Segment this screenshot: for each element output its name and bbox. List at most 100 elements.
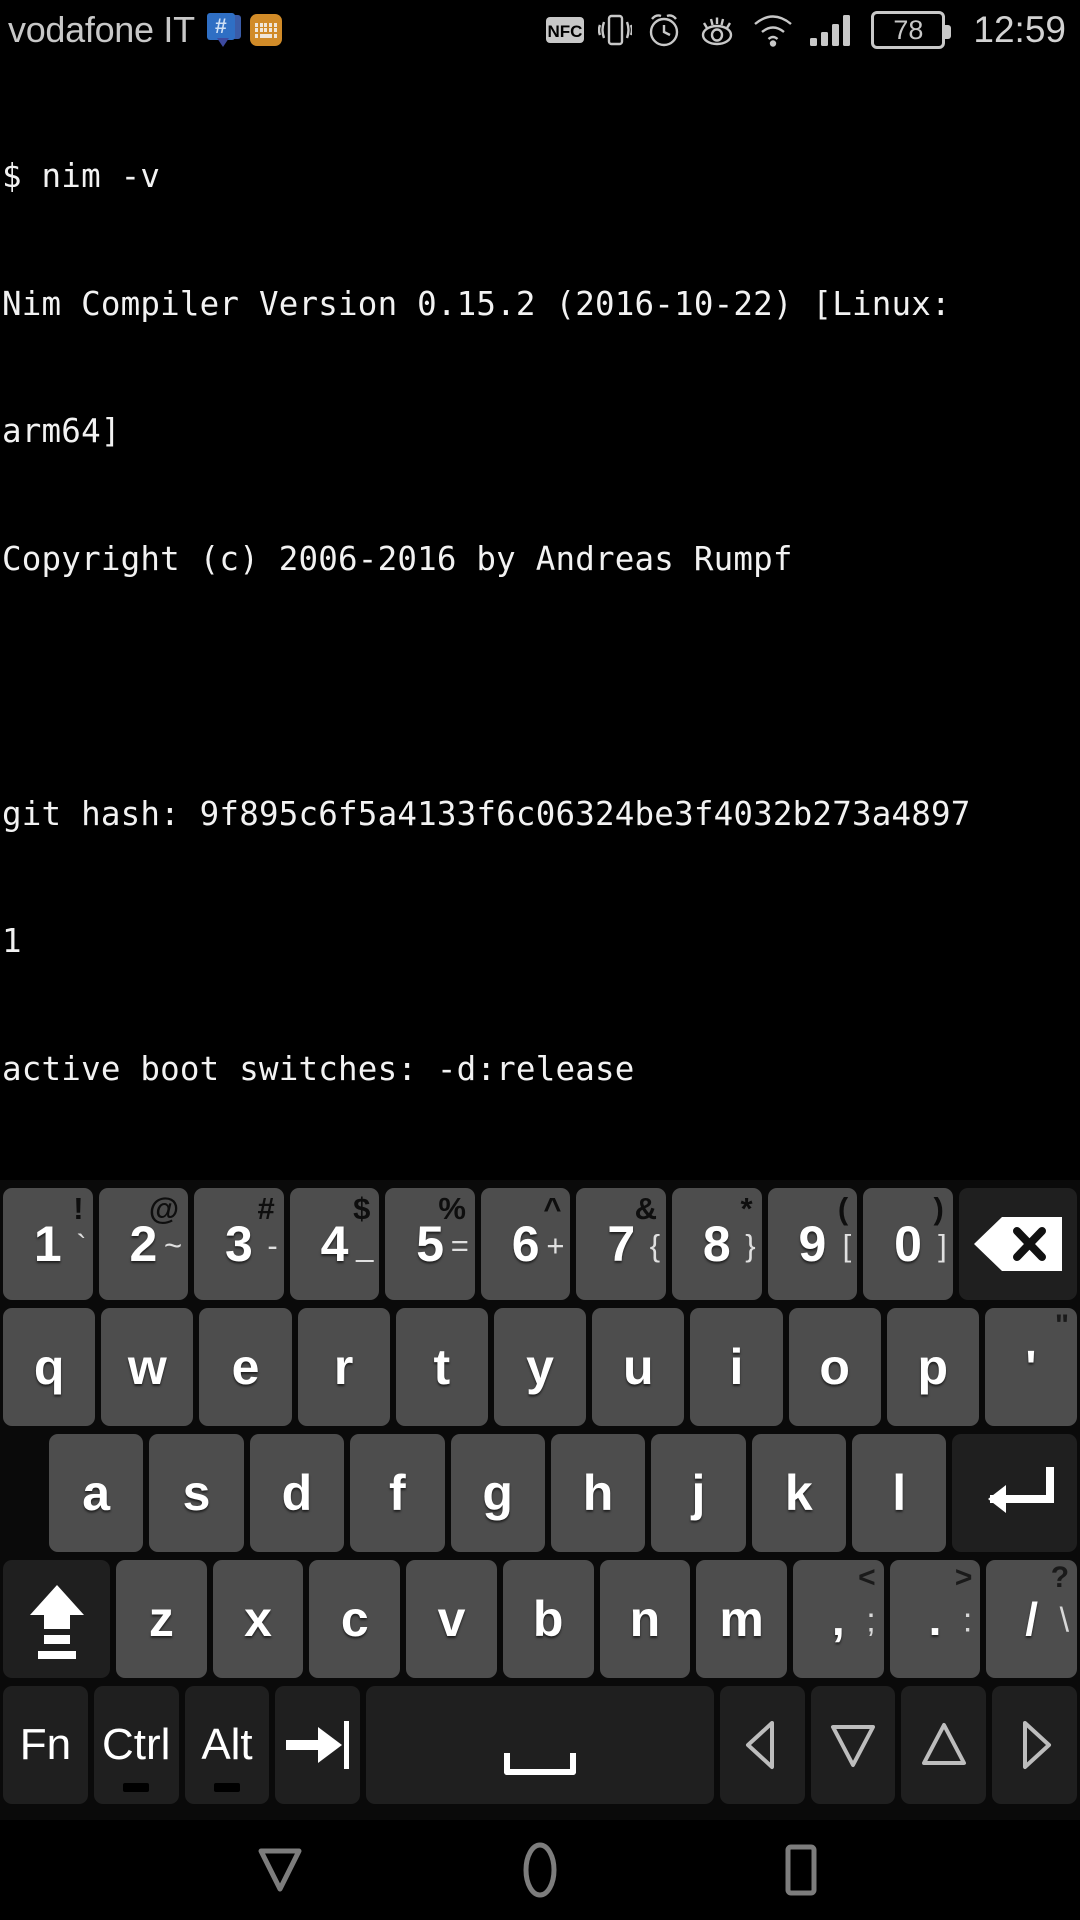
fn-key[interactable]: Fn — [3, 1686, 88, 1804]
space-key[interactable] — [366, 1686, 714, 1804]
wifi-icon — [754, 15, 793, 47]
backspace-key[interactable] — [958, 1188, 1078, 1300]
key-3-shift-label: # — [257, 1191, 275, 1226]
enter-key[interactable] — [952, 1434, 1077, 1552]
key-w[interactable]: w — [101, 1308, 194, 1426]
arrow-right-key[interactable] — [992, 1686, 1078, 1804]
key-s[interactable]: s — [149, 1434, 244, 1552]
key-5-shift-label: % — [438, 1191, 466, 1226]
key-y[interactable]: y — [493, 1308, 587, 1426]
key-g[interactable]: g — [450, 1434, 545, 1552]
key-q-label: q — [33, 1339, 65, 1395]
key-h-label: h — [582, 1465, 614, 1521]
key-b-label: b — [532, 1591, 564, 1647]
key-6[interactable]: ^ 6 + — [480, 1188, 571, 1300]
key-s-label: s — [182, 1465, 211, 1521]
arrow-down-key[interactable] — [810, 1686, 896, 1804]
terminal-output[interactable]: $ nim -v Nim Compiler Version 0.15.2 (20… — [0, 60, 1080, 1190]
ctrl-key[interactable]: Ctrl — [93, 1686, 179, 1804]
back-triangle-icon — [258, 1848, 302, 1892]
recents-button[interactable] — [740, 1820, 860, 1920]
key-6-shift-label: ^ — [543, 1191, 562, 1226]
key-e[interactable]: e — [199, 1308, 292, 1426]
key-9[interactable]: ( 9 [ — [767, 1188, 858, 1300]
keyboard-row-numbers: ! 1 ` @ 2 ~ # 3 - $ 4 _ % 5 = ^ 6 + & 7 … — [0, 1184, 1080, 1304]
status-bar-clock: 12:59 — [973, 9, 1066, 50]
home-button[interactable] — [480, 1820, 600, 1920]
key-period[interactable]: > . : — [889, 1560, 981, 1678]
key-d[interactable]: d — [249, 1434, 345, 1552]
arrow-left-icon — [746, 1721, 775, 1769]
key-3-label: 3 — [225, 1216, 253, 1272]
key-a[interactable]: a — [49, 1434, 144, 1552]
key-apostrophe[interactable]: " ' — [984, 1308, 1078, 1426]
key-g-label: g — [482, 1465, 513, 1521]
shift-key[interactable] — [3, 1560, 111, 1678]
key-2[interactable]: @ 2 ~ — [98, 1188, 189, 1300]
shift-icon — [29, 1585, 84, 1659]
key-0-label: 0 — [894, 1216, 922, 1272]
key-4-alt-label: _ — [356, 1228, 374, 1264]
key-1[interactable]: ! 1 ` — [3, 1188, 93, 1300]
key-7[interactable]: & 7 { — [576, 1188, 667, 1300]
on-screen-keyboard[interactable]: ! 1 ` @ 2 ~ # 3 - $ 4 _ % 5 = ^ 6 + & 7 … — [0, 1180, 1080, 1820]
key-2-alt-label: ~ — [164, 1228, 183, 1264]
terminal-line: arm64] — [2, 412, 121, 450]
arrow-left-key[interactable] — [719, 1686, 805, 1804]
terminal-line: git hash: 9f895c6f5a4133f6c06324be3f4032… — [2, 794, 971, 833]
key-z[interactable]: z — [116, 1560, 207, 1678]
android-navigation-bar — [0, 1820, 1080, 1920]
key-v[interactable]: v — [406, 1560, 497, 1678]
key-8[interactable]: * 8 } — [672, 1188, 762, 1300]
key-6-alt-label: + — [546, 1228, 565, 1264]
key-0[interactable]: ) 0 ] — [863, 1188, 953, 1300]
alt-indicator — [213, 1783, 240, 1792]
key-f[interactable]: f — [350, 1434, 445, 1552]
key-m[interactable]: m — [696, 1560, 787, 1678]
key-x[interactable]: x — [212, 1560, 304, 1678]
key-h[interactable]: h — [550, 1434, 646, 1552]
key-i[interactable]: i — [690, 1308, 783, 1426]
key-u[interactable]: u — [592, 1308, 685, 1426]
alt-key[interactable]: Alt — [184, 1686, 270, 1804]
key-l[interactable]: l — [852, 1434, 947, 1552]
key-4[interactable]: $ 4 _ — [289, 1188, 380, 1300]
key-comma[interactable]: < , ; — [792, 1560, 884, 1678]
key-d-label: d — [281, 1465, 313, 1521]
key-3[interactable]: # 3 - — [194, 1188, 284, 1300]
key-t-label: t — [433, 1339, 451, 1395]
key-p[interactable]: p — [886, 1308, 979, 1426]
key-c[interactable]: c — [309, 1560, 401, 1678]
svg-text:NFC: NFC — [548, 22, 583, 41]
key-j[interactable]: j — [651, 1434, 746, 1552]
terminal-line: 1 — [2, 922, 22, 960]
key-7-alt-label: { — [649, 1228, 661, 1264]
key-k[interactable]: k — [751, 1434, 846, 1552]
key-1-shift-label: ! — [73, 1191, 84, 1226]
fn-key-label: Fn — [19, 1720, 72, 1769]
home-circle-icon — [523, 1842, 557, 1898]
key-q[interactable]: q — [3, 1308, 96, 1426]
arrow-up-key[interactable] — [901, 1686, 987, 1804]
key-5[interactable]: % 5 = — [385, 1188, 475, 1300]
tab-key[interactable] — [275, 1686, 361, 1804]
key-n[interactable]: n — [599, 1560, 691, 1678]
key-t[interactable]: t — [395, 1308, 488, 1426]
enter-icon — [987, 1467, 1054, 1513]
battery-indicator: 78 — [871, 11, 952, 49]
key-6-label: 6 — [511, 1216, 540, 1272]
key-o-label: o — [819, 1339, 850, 1395]
back-button[interactable] — [220, 1820, 340, 1920]
key-r[interactable]: r — [297, 1308, 390, 1426]
key-c-label: c — [340, 1591, 369, 1647]
key-o[interactable]: o — [788, 1308, 881, 1426]
key-slash-alt-label: \ — [1059, 1601, 1070, 1640]
key-v-label: v — [437, 1591, 466, 1647]
key-apostrophe-label: ' — [1025, 1341, 1037, 1393]
key-slash[interactable]: ? / \ — [986, 1560, 1078, 1678]
key-1-alt-label: ` — [76, 1228, 87, 1264]
key-comma-alt-label: ; — [866, 1601, 876, 1640]
key-x-label: x — [244, 1591, 272, 1647]
key-b[interactable]: b — [502, 1560, 594, 1678]
